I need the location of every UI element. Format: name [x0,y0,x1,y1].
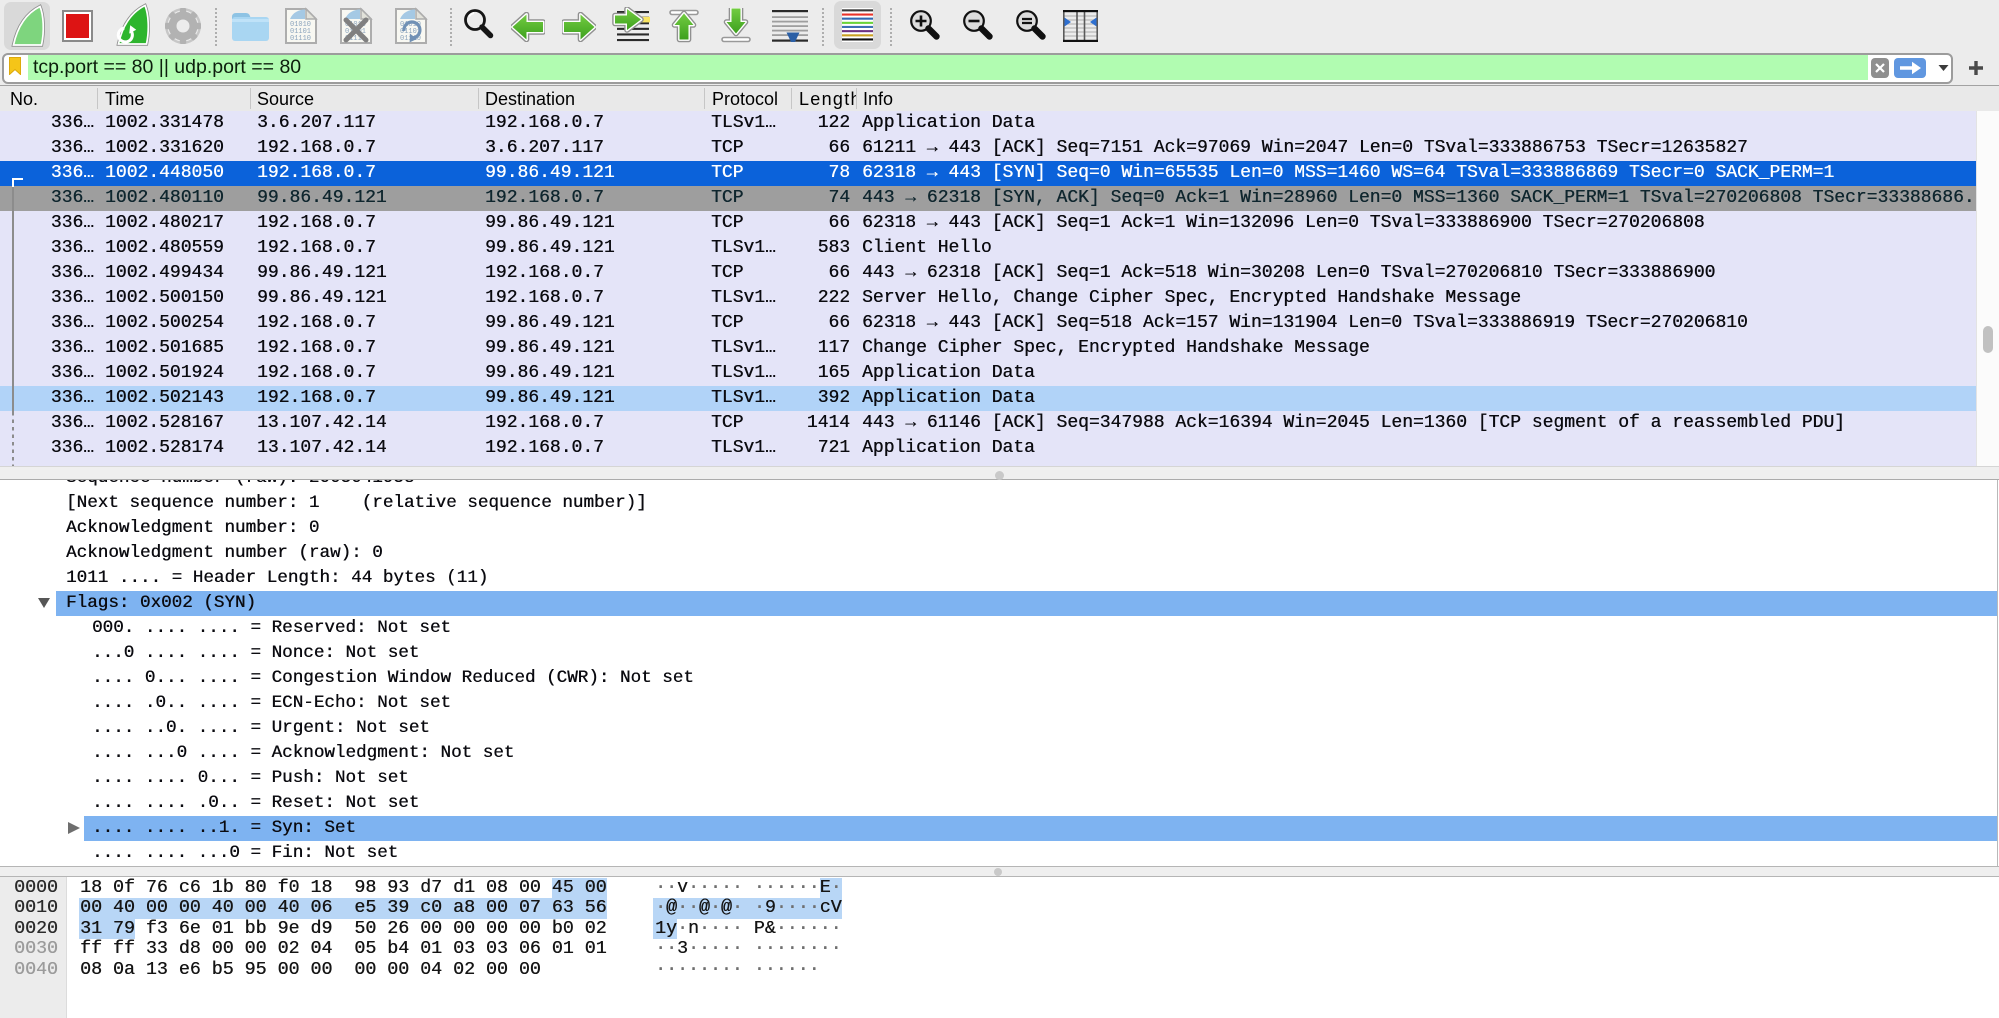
svg-text:01110: 01110 [290,35,311,43]
